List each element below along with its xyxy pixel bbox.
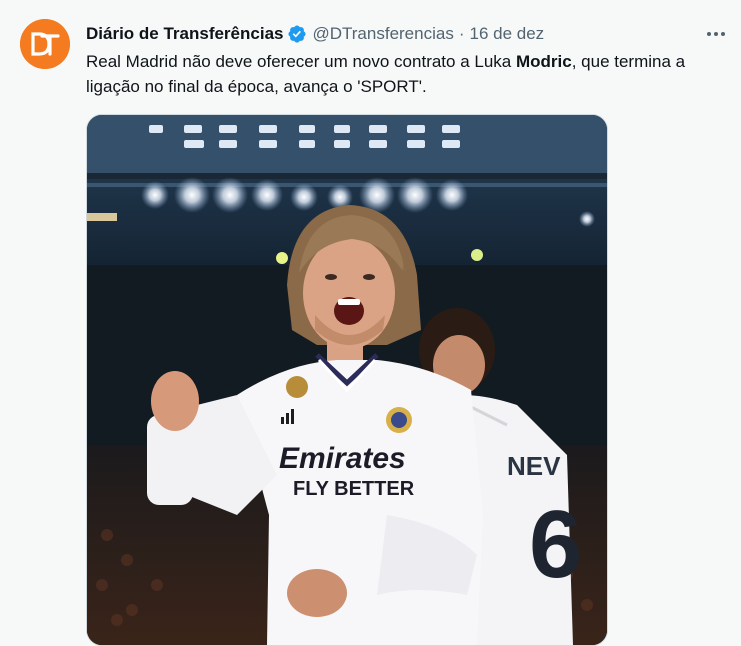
tweet-text-bold[interactable]: Modric [516, 52, 572, 71]
avatar-logo-icon [20, 19, 70, 69]
verified-badge-icon [287, 24, 307, 44]
jersey-back-name: NEV [507, 451, 561, 481]
more-options-icon[interactable] [703, 24, 729, 44]
jersey-number: 6 [529, 491, 582, 598]
separator-dot: · [458, 24, 465, 43]
display-name[interactable]: Diário de Transferências [86, 23, 283, 45]
tweet-date[interactable]: 16 de dez [470, 23, 545, 45]
jersey-sponsor-line1: Emirates [279, 442, 406, 475]
jersey-sponsor-line2: FLY BETTER [293, 478, 415, 500]
tweet-text-part1: Real Madrid não deve oferecer um novo co… [86, 52, 516, 71]
user-handle[interactable]: @DTransferencias [312, 23, 453, 45]
avatar[interactable] [20, 19, 70, 69]
tweet-header: Diário de Transferências @DTransferencia… [86, 22, 681, 46]
tweet-card[interactable]: Diário de Transferências @DTransferencia… [0, 0, 741, 646]
tweet-text: Real Madrid não deve oferecer um novo co… [86, 49, 706, 99]
tweet-media-photo[interactable]: NEV 6 Emirates FLY BETTER [86, 114, 608, 646]
